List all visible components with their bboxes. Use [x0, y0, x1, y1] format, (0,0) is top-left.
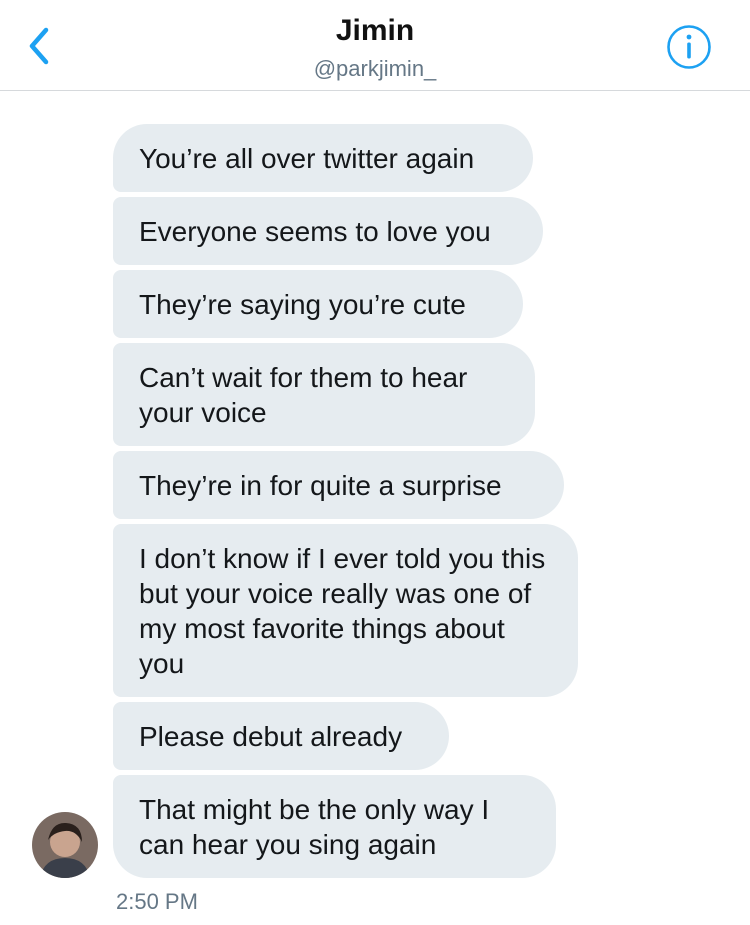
message-timestamp: 2:50 PM [116, 889, 198, 914]
info-button[interactable] [666, 24, 712, 70]
message-bubble[interactable]: Please debut already [113, 702, 449, 770]
profile-photo [32, 812, 98, 878]
message-bubble[interactable]: Everyone seems to love you [113, 197, 543, 265]
message-bubble[interactable]: They’re saying you’re cute [113, 270, 523, 338]
message-thread: You’re all over twitter again Everyone s… [113, 124, 633, 883]
message-bubble[interactable]: You’re all over twitter again [113, 124, 533, 192]
contact-handle: @parkjimin_ [313, 56, 437, 81]
message-bubble[interactable]: That might be the only way I can hear yo… [113, 775, 556, 878]
message-bubble[interactable]: They’re in for quite a surprise [113, 451, 564, 519]
contact-name[interactable]: Jimin [0, 14, 750, 48]
conversation-header: Jimin @parkjimin_ [0, 0, 750, 91]
message-bubble[interactable]: I don’t know if I ever told you this but… [113, 524, 578, 697]
avatar[interactable] [32, 812, 98, 878]
info-icon [667, 25, 711, 69]
message-bubble[interactable]: Can’t wait for them to hear your voice [113, 343, 535, 446]
